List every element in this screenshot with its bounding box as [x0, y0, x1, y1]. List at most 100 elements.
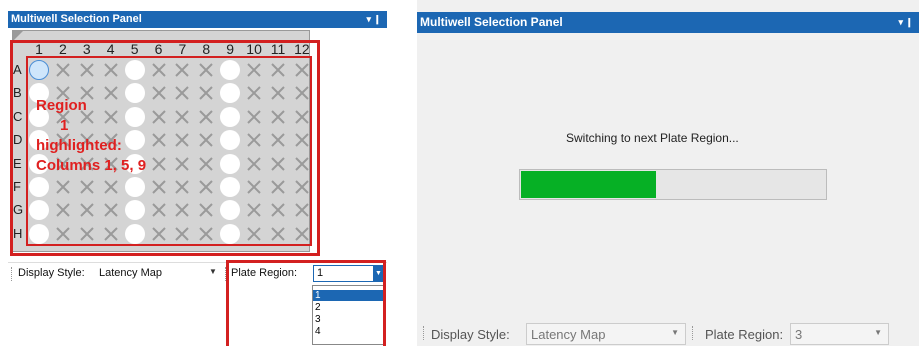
display-style-dropdown-caret-icon[interactable]: ▼: [671, 328, 679, 337]
well[interactable]: [220, 106, 241, 127]
x-mark-icon: [103, 180, 118, 194]
plate-region-select[interactable]: 3 ▼: [790, 323, 889, 345]
well-disabled: [149, 107, 169, 127]
plate-region-dropdown-caret-icon[interactable]: ▼: [373, 266, 384, 281]
column-header[interactable]: 9: [218, 41, 242, 57]
x-mark-icon: [295, 203, 309, 218]
panel-title: Multiwell Selection Panel: [420, 15, 563, 29]
x-mark-icon: [175, 203, 190, 218]
well-disabled: [292, 130, 312, 150]
multiwell-panel-right: Multiwell Selection Panel ▾ ❙ Switching …: [417, 0, 919, 346]
well[interactable]: [124, 60, 145, 80]
x-mark-icon: [247, 63, 261, 77]
plate-region-option[interactable]: 4: [313, 326, 383, 337]
well[interactable]: [220, 223, 241, 244]
well-disabled: [292, 177, 312, 197]
well[interactable]: [124, 177, 145, 197]
annotation-line-3: highlighted:: [36, 137, 122, 154]
well[interactable]: [29, 177, 49, 197]
row-header[interactable]: A: [13, 62, 27, 77]
x-mark-icon: [199, 203, 214, 218]
display-style-value: Latency Map: [531, 327, 606, 342]
column-header[interactable]: 5: [123, 41, 147, 57]
display-style-label: Display Style:: [18, 267, 85, 279]
well[interactable]: [29, 223, 49, 244]
toolbar-grip-icon: [692, 326, 694, 340]
well-disabled: [292, 107, 312, 127]
x-mark-icon: [103, 227, 118, 241]
x-mark-icon: [56, 180, 70, 194]
x-mark-icon: [271, 180, 285, 194]
column-header[interactable]: 11: [266, 41, 290, 57]
well[interactable]: [124, 130, 145, 151]
well-disabled: [77, 200, 97, 220]
row-header[interactable]: B: [13, 85, 27, 100]
x-mark-icon: [247, 180, 261, 194]
well-disabled: [244, 154, 264, 174]
column-header[interactable]: 8: [194, 41, 218, 57]
column-header[interactable]: 1: [27, 41, 51, 57]
well[interactable]: [124, 223, 145, 244]
well-disabled: [244, 130, 264, 150]
well-disabled: [149, 130, 169, 150]
column-header[interactable]: 6: [147, 41, 171, 57]
column-header[interactable]: 12: [290, 41, 314, 57]
well-disabled: [172, 177, 192, 197]
well-disabled: [268, 224, 288, 244]
column-header[interactable]: 10: [242, 41, 266, 57]
column-header[interactable]: 7: [170, 41, 194, 57]
well-disabled: [172, 83, 192, 103]
x-mark-icon: [247, 156, 261, 171]
x-mark-icon: [295, 227, 309, 241]
row-header[interactable]: C: [13, 109, 27, 124]
column-header[interactable]: 2: [51, 41, 75, 57]
x-mark-icon: [295, 180, 309, 194]
x-mark-icon: [271, 156, 285, 171]
well-disabled: [101, 60, 121, 80]
x-mark-icon: [247, 86, 261, 101]
panel-titlebar: Multiwell Selection Panel ▾ ❙: [8, 11, 387, 28]
well[interactable]: [220, 153, 241, 174]
well[interactable]: [29, 60, 49, 80]
x-mark-icon: [80, 203, 94, 218]
display-style-value[interactable]: Latency Map: [99, 267, 162, 279]
row-header[interactable]: G: [13, 202, 27, 217]
plate-region-option[interactable]: 1: [313, 290, 383, 301]
plate-region-dropdown-caret-icon[interactable]: ▼: [874, 328, 882, 337]
well-disabled: [77, 177, 97, 197]
row-header[interactable]: E: [13, 156, 27, 171]
toolbar-grip-icon[interactable]: [11, 267, 13, 281]
annotation-line-2: 1: [60, 117, 69, 134]
x-mark-icon: [295, 63, 309, 77]
well-disabled: [53, 177, 73, 197]
well-disabled: [244, 60, 264, 80]
x-mark-icon: [199, 86, 214, 101]
well-disabled: [196, 154, 216, 174]
x-mark-icon: [199, 227, 214, 241]
plate-region-label: Plate Region:: [231, 267, 298, 279]
well-disabled: [53, 200, 73, 220]
x-mark-icon: [56, 203, 70, 218]
x-mark-icon: [175, 227, 190, 241]
well[interactable]: [124, 106, 145, 127]
well[interactable]: [124, 200, 145, 221]
plate-region-select[interactable]: 1 ▼: [313, 265, 385, 282]
column-header[interactable]: 3: [75, 41, 99, 57]
well-disabled: [172, 107, 192, 127]
display-style-select[interactable]: Latency Map ▼: [526, 323, 686, 345]
column-header[interactable]: 4: [99, 41, 123, 57]
x-mark-icon: [151, 227, 166, 241]
panel-titlebar: Multiwell Selection Panel ▾ ❙: [417, 12, 919, 33]
x-mark-icon: [80, 227, 94, 241]
plate-region-option[interactable]: 2: [313, 302, 383, 313]
x-mark-icon: [103, 86, 118, 101]
plate-region-option[interactable]: 3: [313, 314, 383, 325]
titlebar-pin-icon[interactable]: ▾ ❙: [366, 11, 381, 28]
titlebar-pin-icon[interactable]: ▾ ❙: [898, 12, 913, 33]
row-header[interactable]: H: [13, 226, 27, 241]
display-style-dropdown-caret-icon[interactable]: ▼: [209, 267, 217, 276]
row-header[interactable]: F: [13, 179, 27, 194]
row-header[interactable]: D: [13, 132, 27, 147]
toolbar-grip-icon[interactable]: [423, 326, 425, 340]
well[interactable]: [124, 83, 145, 104]
